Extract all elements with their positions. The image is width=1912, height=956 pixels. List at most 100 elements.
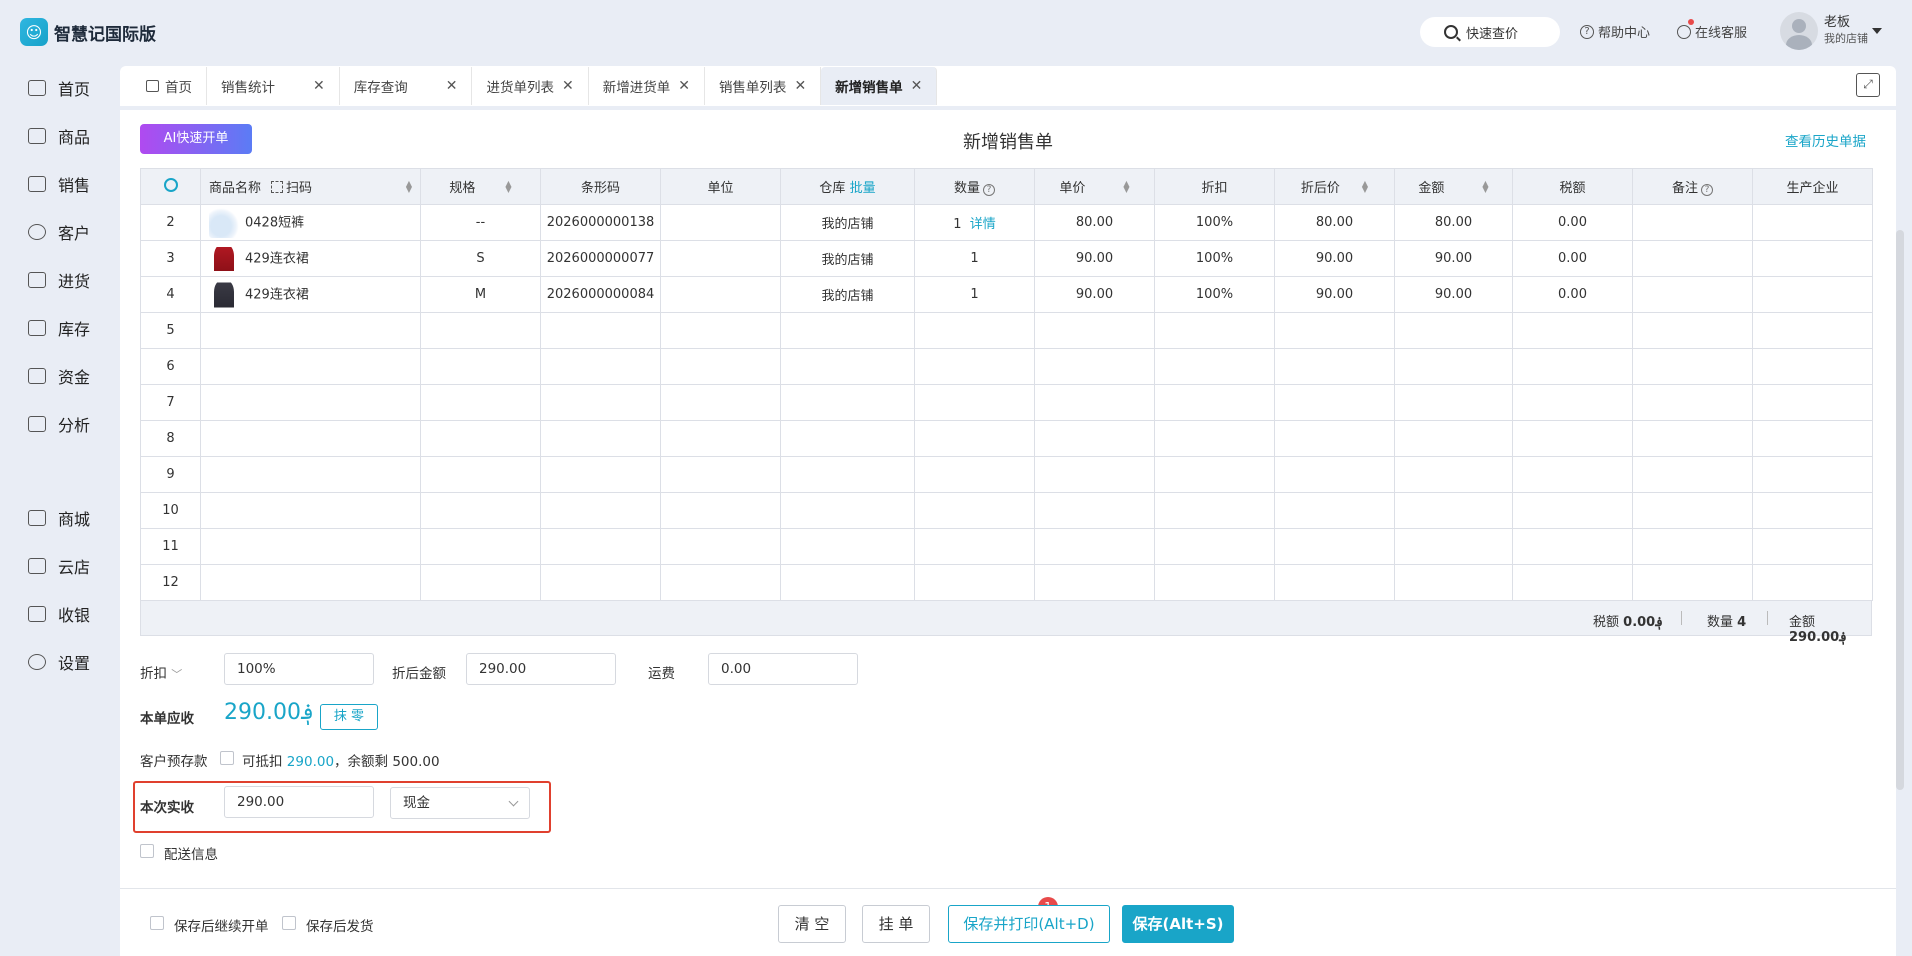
price-cell[interactable]: 90.00 <box>1034 276 1155 313</box>
empty-cell[interactable] <box>914 384 1035 421</box>
product-cell[interactable]: 429连衣裙 <box>200 276 421 313</box>
empty-cell[interactable] <box>1274 456 1395 493</box>
empty-cell[interactable] <box>1752 420 1873 457</box>
price-cell[interactable]: 90.00 <box>1034 240 1155 277</box>
table-row[interactable]: 10 <box>140 492 1873 529</box>
continue-after-save-checkbox[interactable] <box>150 916 164 930</box>
empty-cell[interactable] <box>914 348 1035 385</box>
tab-new-sales-order[interactable]: 新增销售单 ✕ <box>821 67 938 105</box>
empty-cell[interactable] <box>660 528 781 565</box>
sidebar-item-cashier[interactable]: 收银 <box>28 602 90 626</box>
unit-cell[interactable] <box>660 204 781 241</box>
empty-cell[interactable] <box>1034 348 1155 385</box>
detail-link[interactable]: 详情 <box>970 217 996 232</box>
tax-cell[interactable]: 0.00 <box>1512 240 1633 277</box>
empty-cell[interactable] <box>420 528 541 565</box>
manufacturer-cell[interactable] <box>1752 204 1873 241</box>
col-price[interactable]: 单价 ▲ ▼ <box>1034 168 1155 205</box>
app-logo[interactable]: ☺ 智慧记国际版 <box>20 18 156 46</box>
online-service-link[interactable]: 在线客服 <box>1677 19 1747 41</box>
col-discounted-price[interactable]: 折后价 ▲ ▼ <box>1274 168 1395 205</box>
remark-cell[interactable] <box>1632 240 1753 277</box>
empty-cell[interactable] <box>1632 456 1753 493</box>
empty-cell[interactable] <box>1274 528 1395 565</box>
table-row[interactable]: 6 <box>140 348 1873 385</box>
empty-cell[interactable] <box>420 492 541 529</box>
empty-cell[interactable] <box>1632 492 1753 529</box>
empty-cell[interactable] <box>1154 384 1275 421</box>
sidebar-item-customers[interactable]: 客户 <box>28 220 90 244</box>
empty-cell[interactable] <box>420 420 541 457</box>
help-icon[interactable]: ? <box>983 184 995 196</box>
quantity-cell[interactable]: 1 <box>914 240 1035 277</box>
manufacturer-cell[interactable] <box>1752 240 1873 277</box>
discount-cell[interactable]: 100% <box>1154 240 1275 277</box>
table-row[interactable]: 4 429连衣裙 M 2026000000084 我的店铺 1 90.00 10… <box>140 276 1873 313</box>
after-discount-input[interactable]: 290.00 <box>466 653 616 685</box>
discount-input[interactable]: 100% <box>224 653 374 685</box>
empty-cell[interactable] <box>1394 528 1513 565</box>
empty-cell[interactable] <box>1394 348 1513 385</box>
empty-cell[interactable] <box>420 564 541 601</box>
empty-cell[interactable] <box>1512 312 1633 349</box>
empty-cell[interactable] <box>1512 528 1633 565</box>
empty-cell[interactable] <box>780 312 915 349</box>
empty-cell[interactable] <box>200 564 421 601</box>
empty-cell[interactable] <box>660 348 781 385</box>
sidebar-item-home[interactable]: 首页 <box>28 76 90 100</box>
tax-cell[interactable]: 0.00 <box>1512 204 1633 241</box>
empty-cell[interactable] <box>420 456 541 493</box>
tax-cell[interactable]: 0.00 <box>1512 276 1633 313</box>
empty-cell[interactable] <box>914 564 1035 601</box>
empty-cell[interactable] <box>1154 420 1275 457</box>
empty-cell[interactable] <box>780 420 915 457</box>
barcode-cell[interactable]: 2026000000077 <box>540 240 661 277</box>
barcode-cell[interactable]: 2026000000084 <box>540 276 661 313</box>
tab-sales-stats[interactable]: 销售统计 ✕ <box>207 67 340 105</box>
col-spec[interactable]: 规格 ▲ ▼ <box>420 168 541 205</box>
empty-cell[interactable] <box>1632 420 1753 457</box>
close-icon[interactable]: ✕ <box>911 78 923 94</box>
empty-cell[interactable] <box>1154 492 1275 529</box>
empty-cell[interactable] <box>660 384 781 421</box>
empty-cell[interactable] <box>1752 348 1873 385</box>
empty-cell[interactable] <box>540 348 661 385</box>
empty-cell[interactable] <box>1034 456 1155 493</box>
empty-cell[interactable] <box>540 420 661 457</box>
col-product-name[interactable]: 商品名称 扫码 ▲ ▼ <box>200 168 421 205</box>
empty-cell[interactable] <box>1274 348 1395 385</box>
table-row[interactable]: 7 <box>140 384 1873 421</box>
sort-icon[interactable]: ▲ ▼ <box>505 179 511 193</box>
empty-cell[interactable] <box>660 492 781 529</box>
discounted-price-cell[interactable]: 80.00 <box>1274 204 1395 241</box>
sort-icon[interactable]: ▲ ▼ <box>406 179 412 193</box>
empty-cell[interactable] <box>914 492 1035 529</box>
empty-cell[interactable] <box>914 312 1035 349</box>
empty-cell[interactable] <box>200 420 421 457</box>
empty-cell[interactable] <box>540 384 661 421</box>
empty-cell[interactable] <box>1632 564 1753 601</box>
quantity-cell[interactable]: 1 <box>914 276 1035 313</box>
table-row[interactable]: 11 <box>140 528 1873 565</box>
clear-button[interactable]: 清 空 <box>778 905 846 943</box>
history-orders-link[interactable]: 查看历史单据 <box>1785 130 1866 150</box>
remark-cell[interactable] <box>1632 204 1753 241</box>
empty-cell[interactable] <box>1154 348 1275 385</box>
empty-cell[interactable] <box>1274 420 1395 457</box>
empty-cell[interactable] <box>1274 564 1395 601</box>
remark-cell[interactable] <box>1632 276 1753 313</box>
empty-cell[interactable] <box>1154 564 1275 601</box>
empty-cell[interactable] <box>200 384 421 421</box>
empty-cell[interactable] <box>1394 564 1513 601</box>
spec-cell[interactable]: M <box>420 276 541 313</box>
discounted-price-cell[interactable]: 90.00 <box>1274 240 1395 277</box>
empty-cell[interactable] <box>914 528 1035 565</box>
fullscreen-icon[interactable]: ⤢ <box>1856 73 1880 97</box>
empty-cell[interactable] <box>780 528 915 565</box>
help-icon[interactable]: ? <box>1701 184 1713 196</box>
hold-order-button[interactable]: 挂 单 <box>862 905 930 943</box>
ai-quick-order-button[interactable]: AI快速开单 <box>140 124 252 154</box>
empty-cell[interactable] <box>1394 492 1513 529</box>
spec-cell[interactable]: S <box>420 240 541 277</box>
empty-cell[interactable] <box>540 456 661 493</box>
